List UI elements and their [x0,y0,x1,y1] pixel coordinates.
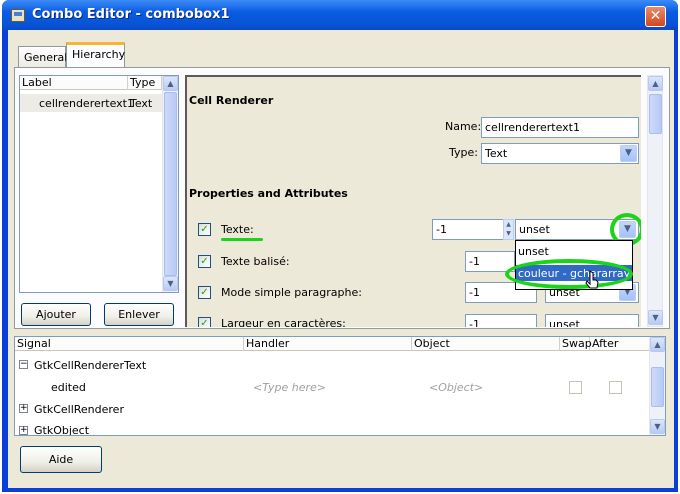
largeur-combo-value: unset [549,318,580,327]
scroll-up-icon[interactable]: ▲ [163,76,178,91]
title-bar[interactable]: Combo Editor - combobox1 ✕ [2,0,678,30]
table-row[interactable]: edited <Type here> <Object> [15,377,649,397]
properties-heading: Properties and Attributes [189,187,348,200]
app-icon [11,9,25,22]
object-placeholder[interactable]: <Object> [429,381,483,394]
column-after[interactable]: After [590,337,649,351]
largeur-checkbox[interactable]: ✓ [198,317,211,327]
scroll-down-icon[interactable]: ▼ [163,276,178,291]
type-label: Type: [449,146,478,159]
dropdown-option-unset[interactable]: unset [518,245,549,258]
scroll-up-icon[interactable]: ▲ [648,76,663,91]
add-button[interactable]: Ajouter [21,303,91,326]
column-type[interactable]: Type [128,76,162,90]
swap-checkbox[interactable] [569,381,582,394]
add-button-label: Ajouter [36,308,76,321]
close-icon[interactable]: ✕ [645,6,666,27]
spin-buttons[interactable]: ▲ ▼ [503,219,514,240]
largeur-combo[interactable]: unset [545,314,639,327]
signal-group-label: GtkCellRendererText [34,359,147,372]
expand-icon[interactable]: + [19,404,28,413]
tab-hierarchy[interactable]: Hierarchy [66,42,125,68]
table-row[interactable]: + GtkObject [15,421,649,435]
cell-renderer-heading: Cell Renderer [189,94,274,107]
signal-group-label: GtkCellRenderer [34,403,124,416]
texte-spin-input[interactable]: -1 [432,219,504,240]
texte-balise-checkbox[interactable]: ✓ [198,255,211,268]
tree-header: Label Type [20,76,162,90]
signal-label: edited [51,381,86,394]
window-title: Combo Editor - combobox1 [32,7,230,22]
scroll-thumb[interactable] [649,94,662,134]
handler-placeholder[interactable]: <Type here> [253,381,326,394]
signals-header: Signal Handler Object Swap After [15,337,649,351]
properties-scrollbar[interactable]: ▲ ▼ [647,75,663,327]
collapse-icon[interactable]: − [19,360,28,369]
scroll-down-icon[interactable]: ▼ [648,310,663,325]
scroll-thumb[interactable] [164,92,177,276]
tree-scrollbar[interactable]: ▲ ▼ [162,76,178,292]
row-type: Text [130,97,153,110]
mode-simple-checkbox[interactable]: ✓ [198,286,211,299]
dialog-body: General Hierarchy Label Type cellrendere… [8,30,674,488]
help-button[interactable]: Aide [20,446,102,473]
largeur-spin-input[interactable]: -1 [465,314,537,327]
texte-combo-value: unset [519,223,550,236]
remove-button[interactable]: Enlever [104,303,174,326]
table-row[interactable]: + GtkCellRenderer [15,399,649,419]
largeur-label: Largeur en caractères: [221,317,346,327]
column-swap[interactable]: Swap [560,337,592,351]
texte-checkbox[interactable]: ✓ [198,223,211,236]
signals-table[interactable]: Signal Handler Object Swap After − GtkCe… [14,336,666,436]
table-row[interactable]: − GtkCellRendererText [15,355,649,375]
signals-scrollbar[interactable]: ▲ ▼ [649,337,665,435]
column-label[interactable]: Label [20,76,128,90]
scroll-thumb[interactable] [651,367,664,407]
mode-simple-label: Mode simple paragraphe: [221,286,362,299]
scroll-up-icon[interactable]: ▲ [650,337,665,352]
annotation-oval [505,259,633,289]
texte-label: Texte: [221,223,254,236]
tree-row[interactable]: cellrenderertext1 Text [20,94,162,112]
expand-icon[interactable]: + [19,426,28,435]
name-label: Name: [445,120,482,133]
column-handler[interactable]: Handler [244,337,412,351]
remove-button-label: Enlever [118,308,160,321]
texte-balise-label: Texte balisé: [221,255,290,268]
type-value: Text [485,147,508,160]
properties-panel: Cell Renderer Name: cellrenderertext1 Ty… [185,75,641,327]
signal-group-label: GtkObject [34,424,90,435]
help-button-label: Aide [48,453,74,466]
type-select[interactable]: Text ▼ [481,143,639,164]
window-frame: Combo Editor - combobox1 ✕ General Hiera… [2,0,678,492]
chevron-down-icon[interactable]: ▼ [620,145,637,162]
after-checkbox[interactable] [609,381,622,394]
tab-general[interactable]: General [18,46,67,67]
cursor-icon [585,270,599,289]
row-label: cellrenderertext1 [39,97,134,110]
hierarchy-tree[interactable]: Label Type cellrenderertext1 Text ▲ ▼ [19,75,179,293]
scroll-down-icon[interactable]: ▼ [650,419,665,434]
annotation-underline [221,238,263,241]
name-input[interactable]: cellrenderertext1 [481,117,639,138]
column-signal[interactable]: Signal [15,337,244,351]
column-object[interactable]: Object [412,337,560,351]
